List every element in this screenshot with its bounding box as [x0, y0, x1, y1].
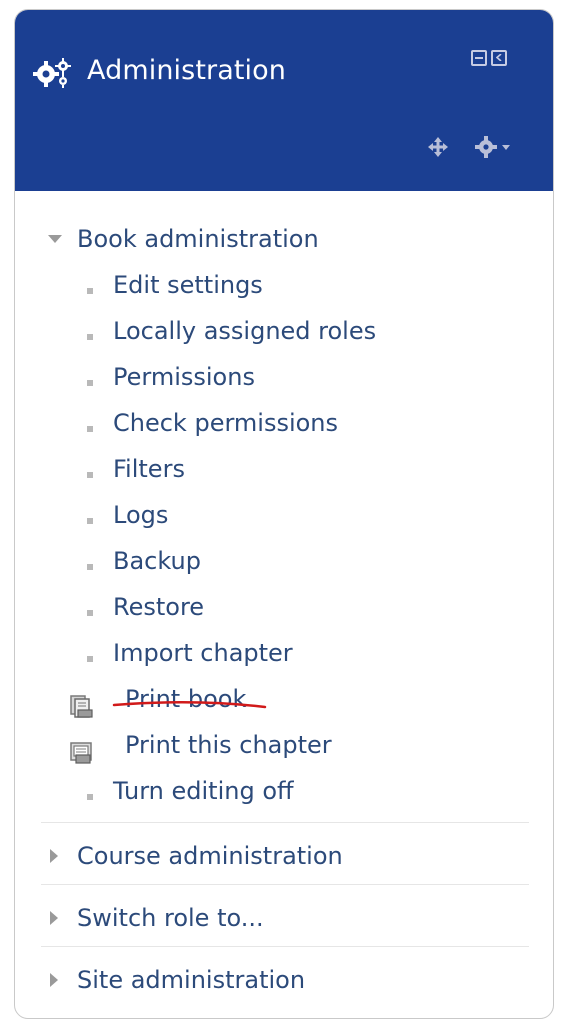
- divider: [41, 946, 529, 947]
- gear-menu-icon[interactable]: [474, 134, 520, 160]
- tree-item-switch-role[interactable]: Switch role to...: [77, 902, 264, 934]
- expanded-triangle-icon[interactable]: [48, 235, 62, 243]
- tree-item-backup[interactable]: Backup: [113, 545, 201, 577]
- collapse-icon[interactable]: [471, 50, 487, 66]
- collapsed-triangle-icon[interactable]: [50, 849, 58, 863]
- bullet-icon: [87, 794, 93, 800]
- tree-item-permissions[interactable]: Permissions: [113, 361, 255, 393]
- print-chapter-icon: [70, 742, 92, 764]
- tree-item-check-permissions[interactable]: Check permissions: [113, 407, 338, 439]
- move-icon[interactable]: [428, 137, 448, 157]
- bullet-icon: [87, 288, 93, 294]
- divider: [41, 884, 529, 885]
- dock-icon[interactable]: [491, 50, 507, 66]
- administration-block: Administration Book administration Edit …: [14, 9, 554, 1019]
- tree-item-print-this-chapter[interactable]: Print this chapter: [125, 729, 332, 761]
- tree-item-logs[interactable]: Logs: [113, 499, 168, 531]
- bullet-icon: [87, 426, 93, 432]
- bullet-icon: [87, 472, 93, 478]
- tree-item-import-chapter[interactable]: Import chapter: [113, 637, 293, 669]
- tree-item-site-administration[interactable]: Site administration: [77, 964, 305, 996]
- collapsed-triangle-icon[interactable]: [50, 973, 58, 987]
- red-underline-annotation: [112, 701, 267, 709]
- bullet-icon: [87, 656, 93, 662]
- block-title: Administration: [87, 55, 286, 86]
- tree-item-course-administration[interactable]: Course administration: [77, 840, 343, 872]
- tree-item-locally-assigned-roles[interactable]: Locally assigned roles: [113, 315, 376, 347]
- bullet-icon: [87, 334, 93, 340]
- tree-item-book-administration[interactable]: Book administration: [77, 223, 319, 255]
- tree-item-edit-settings[interactable]: Edit settings: [113, 269, 263, 301]
- collapsed-triangle-icon[interactable]: [50, 911, 58, 925]
- bullet-icon: [87, 610, 93, 616]
- tree-item-filters[interactable]: Filters: [113, 453, 185, 485]
- tree-item-turn-editing-off[interactable]: Turn editing off: [113, 775, 294, 807]
- print-book-icon: [70, 695, 93, 718]
- bullet-icon: [87, 564, 93, 570]
- gears-icon: [33, 58, 71, 88]
- divider: [41, 822, 529, 823]
- block-header: Administration: [15, 10, 553, 191]
- bullet-icon: [87, 380, 93, 386]
- tree-item-restore[interactable]: Restore: [113, 591, 204, 623]
- bullet-icon: [87, 518, 93, 524]
